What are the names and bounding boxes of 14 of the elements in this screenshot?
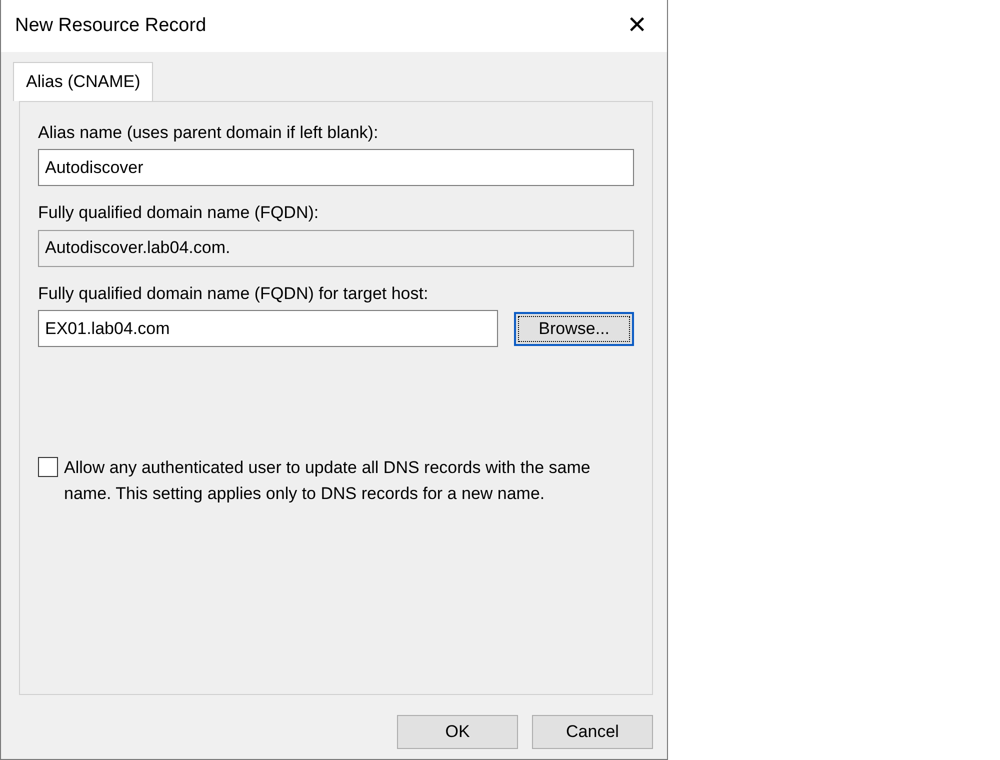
tab[interactable]: Alias (CNAME): [13, 62, 154, 100]
dialog-button[interactable]: OK: [397, 714, 518, 748]
checkbox-label: Allow any authenticated user to update all DNS records with the same name. This setting applies only to DNS records for a new name.: [64, 457, 592, 504]
input-field[interactable]: Autodiscover: [38, 149, 634, 186]
input-field[interactable]: EX01.lab04.com: [38, 310, 498, 347]
browse-button[interactable]: Browse...: [514, 312, 634, 346]
window-title: New Resource Record: [15, 14, 206, 38]
checkbox[interactable]: [38, 457, 58, 477]
field-label: Fully qualified domain name (FQDN):: [38, 202, 320, 224]
field-label: Alias name (uses parent domain if left blank):: [38, 122, 380, 144]
close-button[interactable]: ✕: [621, 14, 653, 38]
dialog-button[interactable]: Cancel: [532, 714, 653, 748]
readonly-field[interactable]: Autodiscover.lab04.com.: [38, 230, 634, 266]
field-label: Fully qualified domain name (FQDN) for target host:: [38, 282, 430, 304]
